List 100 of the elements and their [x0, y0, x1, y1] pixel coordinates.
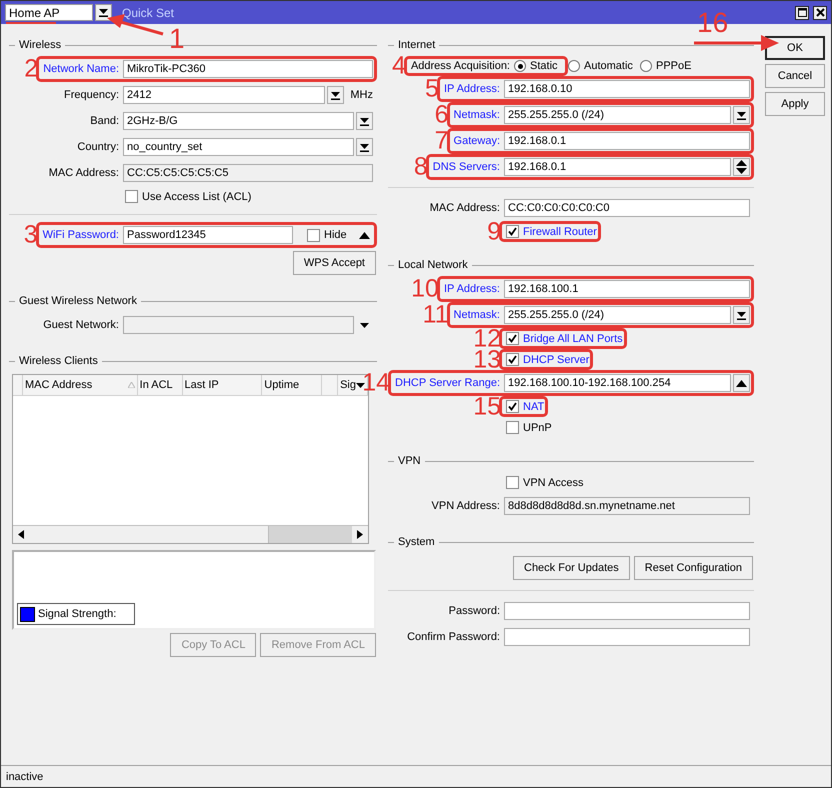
text-field[interactable]: 255.255.255.0 (/24) [504, 306, 731, 324]
field-label: Netmask: [454, 109, 500, 121]
close-button[interactable] [813, 6, 827, 20]
field-label: Confirm Password: [407, 631, 500, 643]
column-header[interactable]: MAC Address [22, 375, 138, 395]
text-field[interactable]: 255.255.255.0 (/24) [504, 106, 731, 124]
checkbox-label: Use Access List (ACL) [142, 190, 252, 202]
down-arrow-icon [360, 320, 369, 330]
checkbox[interactable] [506, 476, 519, 489]
sort-icon [128, 382, 135, 388]
field-label: VPN Address: [432, 500, 500, 512]
down-arrow-icon [360, 142, 369, 152]
checkbox[interactable] [506, 225, 519, 238]
dialog-button[interactable]: OK [765, 36, 825, 60]
text-field[interactable]: no_country_set [123, 138, 354, 156]
legend-label: Signal Strength: [38, 608, 116, 620]
maximize-icon [798, 8, 806, 17]
section-title: Internet [398, 39, 436, 51]
step-number: 4 [392, 54, 406, 78]
check-icon [508, 402, 517, 411]
text-field[interactable]: 192.168.100.10-192.168.100.254 [504, 374, 731, 392]
checkbox[interactable] [506, 353, 519, 366]
radio-label: Automatic [584, 60, 633, 72]
text-field[interactable]: 2GHz-B/G [123, 112, 354, 130]
field-label: Frequency: [64, 89, 119, 101]
down-arrow-icon [360, 116, 369, 126]
collapse-button[interactable] [733, 374, 750, 392]
down-arrow-icon [331, 90, 340, 100]
step-number: 5 [425, 76, 439, 102]
checkbox-label: NAT [523, 400, 544, 412]
text-field[interactable] [504, 602, 750, 620]
action-button[interactable]: WPS Accept [292, 251, 376, 275]
down-arrow-icon [99, 8, 108, 17]
field-label: Guest Network: [43, 319, 119, 331]
radio-button[interactable] [568, 60, 580, 72]
field-label: Address Acquisition: [410, 60, 510, 72]
column-header[interactable]: Last IP [182, 375, 262, 395]
mode-select[interactable]: Home AP [5, 4, 93, 21]
down-arrow-icon [737, 310, 746, 320]
checkbox[interactable] [506, 332, 519, 345]
field-label: MAC Address: [48, 167, 119, 179]
close-icon [816, 8, 824, 17]
unit-label: MHz [350, 89, 373, 101]
checkbox[interactable] [506, 400, 519, 413]
section-title: Wireless Clients [19, 355, 98, 367]
section-title: Local Network [398, 259, 468, 271]
checkbox[interactable] [506, 421, 519, 434]
status-text: inactive [6, 770, 44, 782]
field-label: Country: [77, 141, 119, 153]
text-field[interactable]: MikroTik-PC360 [123, 60, 373, 78]
text-field[interactable]: 192.168.100.1 [504, 280, 750, 298]
field-label: Netmask: [454, 309, 500, 321]
up-arrow-icon [359, 232, 370, 238]
up-arrow-icon [736, 380, 747, 386]
down-arrow-icon [356, 380, 365, 390]
dialog-button[interactable]: Cancel [765, 64, 825, 88]
up-down-arrow-icon [736, 160, 747, 174]
left-arrow-icon [18, 530, 24, 539]
checkbox-label: Bridge All LAN Ports [523, 332, 623, 344]
step-number: 8 [414, 154, 428, 180]
dropdown-button[interactable] [95, 4, 112, 21]
checkbox[interactable] [307, 228, 320, 242]
dropdown-button[interactable] [356, 112, 373, 130]
column-header[interactable]: Uptime [262, 375, 322, 395]
checkbox[interactable] [125, 190, 138, 203]
step-number: 3 [24, 222, 38, 248]
maximize-button[interactable] [795, 6, 809, 20]
field-label: WiFi Password: [42, 229, 119, 241]
field-label: IP Address: [444, 283, 500, 295]
action-button[interactable]: Reset Configuration [634, 556, 753, 580]
step-number: 10 [411, 276, 439, 302]
check-icon [508, 227, 517, 236]
text-field[interactable]: 2412 [123, 86, 326, 104]
text-field[interactable]: 192.168.0.1 [504, 158, 731, 176]
action-button[interactable]: Check For Updates [513, 556, 630, 580]
spin-button[interactable] [733, 158, 750, 176]
radio-button[interactable] [640, 60, 652, 72]
step-number: 1 [169, 25, 185, 53]
text-field[interactable]: CC:C0:C0:C0:C0:C0 [504, 199, 750, 217]
text-field[interactable]: 192.168.0.10 [504, 80, 750, 98]
field-label: IP Address: [444, 83, 500, 95]
dropdown-button[interactable] [733, 306, 750, 324]
dropdown-button[interactable] [733, 106, 750, 124]
check-icon [508, 334, 517, 343]
column-header[interactable]: In ACL [138, 375, 183, 395]
dropdown-button[interactable] [327, 86, 344, 104]
text-field[interactable]: 192.168.0.1 [504, 132, 750, 150]
field-label: Password: [448, 605, 500, 617]
dropdown-button[interactable] [356, 138, 373, 156]
field-label: Network Name: [43, 63, 119, 75]
step-number: 6 [434, 102, 449, 128]
password-field[interactable]: Password12345 [123, 226, 293, 244]
section-title: Wireless [19, 39, 62, 51]
radio-label: Static [530, 60, 558, 72]
radio-button[interactable] [514, 60, 526, 72]
down-arrow-icon [737, 110, 746, 120]
dialog-button[interactable]: Apply [765, 92, 825, 116]
check-icon [508, 355, 517, 364]
text-field[interactable] [504, 628, 750, 646]
radio-label: PPPoE [656, 60, 692, 72]
